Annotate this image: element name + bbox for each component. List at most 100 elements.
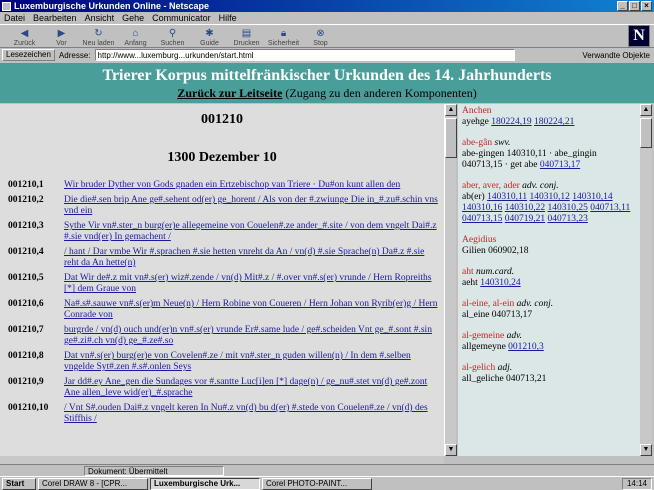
menu-edit[interactable]: Bearbeiten (33, 13, 77, 23)
menu-communicator[interactable]: Communicator (152, 13, 211, 23)
lemma-form: all_geliche 040713,21 (462, 374, 547, 384)
maximize-button[interactable]: □ (629, 1, 640, 11)
lemma-headword: abe-gân (462, 138, 493, 148)
lemma-reference-link[interactable]: 140310,24 (480, 278, 520, 288)
horizontal-scrollbar[interactable] (0, 456, 444, 464)
line-text[interactable]: Na#.s#.sauwe vn#.s(er)m Neue(n) / Hern R… (64, 299, 438, 321)
security-button[interactable]: 🔒︎ Sicherheit (265, 25, 302, 47)
menu-go[interactable]: Gehe (122, 13, 144, 23)
page-title: Trierer Korpus mittelfränkischer Urkunde… (102, 67, 552, 84)
minimize-button[interactable]: _ (617, 1, 628, 11)
line-number: 001210,10 (8, 403, 49, 413)
line-number: 001210,2 (8, 195, 44, 205)
scroll-up-arrow[interactable]: ▲ (445, 104, 457, 116)
lemma-reference-link[interactable]: 180224,21 (534, 117, 574, 127)
lemma-body: Gilien 060902,18 (462, 246, 636, 257)
guide-button[interactable]: ✱ Guide (191, 25, 228, 47)
line-number: 001210,9 (8, 377, 44, 387)
lemma-pos: adv. (506, 331, 522, 341)
line-number: 001210,3 (8, 221, 44, 231)
line-text[interactable]: Sythe Vir vn#.ster_n burg(er)e allegemei… (64, 221, 438, 243)
line-text[interactable]: Wir bruder Dyther von Gods gnaden ein Er… (64, 180, 438, 191)
lemma-reference-link[interactable]: 140310,25 (548, 203, 588, 213)
index-scroll-thumb[interactable] (640, 118, 652, 148)
menu-view[interactable]: Ansicht (85, 13, 115, 23)
line-text[interactable]: / hant / Dar vmbe Wir #.sprachen #.sie h… (64, 247, 438, 269)
lemma-reference-link[interactable]: 040713,17 (540, 160, 580, 170)
scroll-thumb[interactable] (445, 118, 457, 158)
lemma-reference-link[interactable]: 040713,23 (548, 214, 588, 224)
lemma-reference-link[interactable]: 001210,3 (508, 342, 544, 352)
security-icon: 🔒︎ (280, 28, 287, 39)
lemma-body: al_eine 040713,17 (462, 310, 636, 321)
address-input[interactable] (94, 49, 515, 61)
lemma-pos: swv. (494, 138, 511, 148)
lemma-entry: Anchen ayehge 180224,19 180224,21 (462, 106, 636, 128)
related-button[interactable]: Verwandte Objekte (582, 51, 650, 60)
line-number: 001210,8 (8, 351, 44, 361)
lemma-reference-link[interactable]: 040719,21 (505, 214, 545, 224)
lemma-reference-link[interactable]: 140310,12 (529, 192, 569, 202)
document-line: 001210,4 / hant / Dar vmbe Wir #.sprachen… (0, 247, 444, 269)
line-number: 001210,7 (8, 325, 44, 335)
back-to-main-link[interactable]: Zurück zur Leitseite (177, 86, 282, 100)
lemma-reference-link[interactable]: 140310,16 (462, 203, 502, 213)
close-button[interactable]: × (641, 1, 652, 11)
forward-icon: ▶ (57, 28, 66, 39)
location-bar: Lesezeichen Adresse: Verwandte Objekte (0, 48, 654, 62)
menu-file[interactable]: Datei (4, 13, 25, 23)
line-text[interactable]: Jar dd#.ey Ane_gen die Sundages vor #.sa… (64, 377, 438, 399)
line-number: 001210,5 (8, 273, 44, 283)
stop-button[interactable]: ⊗ Stop (302, 25, 339, 47)
lemma-reference-link[interactable]: 140310,11 (487, 192, 527, 202)
lemma-headword: Aegidius (462, 235, 497, 245)
lemma-reference-link[interactable]: 040713,11 (590, 203, 630, 213)
lemma-reference-link[interactable]: 040713,15 (462, 214, 502, 224)
print-button[interactable]: ▤ Drucken (228, 25, 265, 47)
index-scroll-up-arrow[interactable]: ▲ (640, 104, 652, 116)
lemma-form: ayehge (462, 117, 492, 127)
line-text[interactable]: Die die#.sen brip Ane ge#.sehent od(er) … (64, 195, 438, 217)
start-button[interactable]: Start (2, 477, 36, 490)
line-text[interactable]: Dat Wir de#.z mit vn#.s(er) wiz#.zende /… (64, 273, 438, 295)
document-line: 001210,2 Die die#.sen brip Ane ge#.sehent… (0, 195, 444, 217)
reload-icon: ↻ (94, 28, 103, 39)
document-lines: 001210,1 Wir bruder Dyther von Gods gnade… (0, 180, 444, 429)
search-button[interactable]: ⚲ Suchen (154, 25, 191, 47)
lemma-reference-link[interactable]: 140310,22 (505, 203, 545, 213)
lemma-reference-link[interactable]: 180224,19 (491, 117, 531, 127)
reload-button[interactable]: ↻ Neu laden (80, 25, 117, 47)
line-text[interactable]: burgrde / vn(d) ouch und(er)n vn#.s(er) … (64, 325, 438, 347)
lemma-head: al-eine, al-ein adv. conj. (462, 299, 636, 310)
lemma-headword: aht (462, 267, 474, 277)
taskbar-item-netscape[interactable]: Luxemburgische Urk... (150, 477, 260, 490)
line-text[interactable]: / Vnt S#.ouden Dai#.z vngelt keren In Nu… (64, 403, 438, 425)
bookmarks-button[interactable]: Lesezeichen (2, 49, 55, 61)
menu-bar: Datei Bearbeiten Ansicht Gehe Communicat… (0, 12, 654, 24)
lemma-pos: adv. conj. (522, 181, 559, 191)
taskbar: Start Corel DRAW 8 - [CPR... Luxemburgis… (0, 476, 654, 490)
document-scrollbar[interactable]: ▲ ▼ (444, 104, 457, 456)
taskbar-item-photopaint[interactable]: Corel PHOTO-PAINT... (262, 477, 372, 490)
document-line: 001210,1 Wir bruder Dyther von Gods gnade… (0, 180, 444, 191)
line-text[interactable]: Dat vn#.s(er) burg(er)e von Covelen#.ze … (64, 351, 438, 373)
netscape-logo[interactable]: N (628, 25, 650, 47)
app-icon (2, 1, 11, 11)
lemma-headword: Anchen (462, 106, 492, 116)
forward-button[interactable]: ▶ Vor (43, 25, 80, 47)
index-scrollbar[interactable]: ▲ ▼ (640, 104, 652, 456)
home-button[interactable]: ⌂ Anfang (117, 25, 154, 47)
lemma-form: Gilien 060902,18 (462, 246, 529, 256)
back-button[interactable]: ◀ Zurück (6, 25, 43, 47)
lemma-reference-link[interactable]: 140310,14 (572, 192, 612, 202)
line-number: 001210,4 (8, 247, 44, 257)
menu-help[interactable]: Hilfe (219, 13, 237, 23)
taskbar-item-coreldraw[interactable]: Corel DRAW 8 - [CPR... (38, 477, 148, 490)
scroll-down-arrow[interactable]: ▼ (445, 444, 457, 456)
guide-icon: ✱ (205, 28, 214, 39)
address-label: Adresse: (58, 50, 91, 60)
window-controls: _ □ × (617, 1, 652, 11)
lemma-form: ab(er) (462, 192, 488, 202)
status-bar: Dokument: Übermittelt (0, 464, 654, 476)
index-scroll-down-arrow[interactable]: ▼ (640, 444, 652, 456)
